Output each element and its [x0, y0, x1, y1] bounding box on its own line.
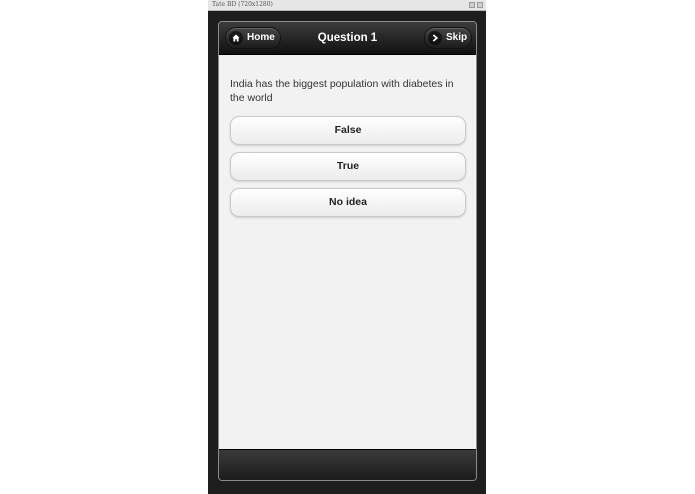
- question-text: India has the biggest population with di…: [230, 78, 454, 104]
- close-button[interactable]: [477, 2, 483, 8]
- skip-button[interactable]: Skip: [424, 27, 472, 49]
- quiz-content: India has the biggest population with di…: [219, 55, 476, 449]
- answer-button-false[interactable]: False: [230, 116, 466, 145]
- footer-bar: [219, 449, 476, 480]
- window-title: Tate BD (720x1280): [212, 1, 273, 8]
- header-bar: Home Question 1 Skip: [219, 22, 476, 55]
- window-titlebar: Tate BD (720x1280): [208, 0, 486, 11]
- answer-button-no-idea[interactable]: No idea: [230, 188, 466, 217]
- app-window: Tate BD (720x1280) Home Question 1 Skip …: [208, 0, 486, 494]
- chevron-right-icon: [428, 31, 442, 45]
- minimize-button[interactable]: [469, 2, 475, 8]
- device-screen: Home Question 1 Skip India has the bigge…: [218, 21, 477, 481]
- answer-button-true[interactable]: True: [230, 152, 466, 181]
- skip-button-label: Skip: [446, 32, 468, 43]
